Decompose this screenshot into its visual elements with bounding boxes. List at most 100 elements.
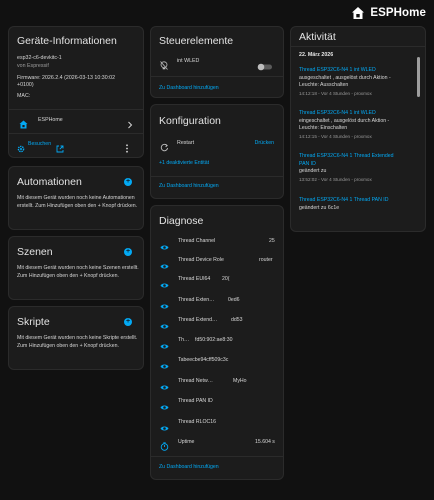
automations-card: Automationen + Mit diesem Gerät wurden n… [8,166,144,230]
brand[interactable]: ESPHome [351,4,426,22]
diag-value: MyHo [233,378,247,384]
diag-value: 25 [269,238,275,244]
configuration-add-dashboard-link[interactable]: Zu Dashboard hinzufügen [159,183,219,189]
esphome-integration-icon [19,116,28,129]
controls-title: Steuerelemente [159,35,234,47]
visit-label: Besuchen [28,141,52,147]
log-message: Leuchte: Einschalten [299,125,348,131]
divider [151,456,283,457]
log-entity-link[interactable]: Thread ESP32C6-N4 1 Thread PAN ID [299,197,417,205]
visit-button[interactable]: Besuchen [17,139,87,153]
log-meta: 13:52:02 - Vor 4 Stunden - proxmox [299,176,372,182]
diag-name: Th… [178,337,190,343]
diag-row[interactable]: Th… fd50:902:ae8:30 [151,334,283,349]
gear-icon [17,140,25,153]
diag-name: Thread RLOC16 [178,419,217,425]
eye-icon [160,238,169,250]
activity-card: Aktivität 22. März 2026 Thread ESP32C6-N… [290,26,426,232]
log-entry[interactable]: Thread ESP32C6-N4 1 int WLED ausgeschalt… [299,67,417,97]
eye-icon [160,357,169,369]
integration-name: ESPHome [38,117,63,123]
log-entity-link[interactable]: Thread ESP32C6-N4 1 int WLED [299,110,417,118]
eye-icon [160,317,169,329]
log-entity-link[interactable]: Thread ESP32C6-N4 1 Thread Extended [299,153,417,161]
timer-icon [160,438,169,451]
scenes-text: Mit diesem Gerät wurden noch keine Szene… [17,265,139,279]
divider [9,109,143,110]
more-options-icon[interactable] [125,140,129,153]
diag-value: 15.604 s [255,439,275,445]
log-entity-link[interactable]: PAN ID [299,161,417,169]
external-link-icon [56,140,64,153]
scenes-title: Szenen [17,246,53,258]
diag-row[interactable]: Thread EUI64 20( [151,273,283,288]
diag-name: Thread Extend… [178,317,218,323]
eye-icon [160,276,169,288]
device-info-title: Geräte-Informationen [17,35,117,47]
diag-row[interactable]: Thread Exten… 0ed6 [151,294,283,309]
diag-name: Tabeecbe94cff509c3c [178,357,229,363]
log-entry[interactable]: Thread ESP32C6-N4 1 int WLED eingeschalt… [299,110,417,140]
controls-add-dashboard-link[interactable]: Zu Dashboard hinzufügen [159,85,219,91]
esphome-logo-icon [351,6,365,20]
eye-icon [160,419,169,431]
controls-card: Steuerelemente int WLED Zu Dashboard hin… [150,26,284,98]
log-message: geändert zu 6c1e [299,204,340,211]
eye-icon [160,337,169,349]
eye-icon [160,257,169,269]
divider [291,46,425,47]
diag-value: router [259,257,273,263]
add-script-button[interactable]: + [124,318,132,326]
activity-date: 22. März 2026 [299,52,334,58]
restart-press-button[interactable]: Drücken [255,140,274,146]
diag-value: fd50:902:ae8:30 [195,337,233,343]
brand-name: ESPHome [370,7,426,19]
diag-row[interactable]: Uptime 15.604 s [151,436,283,451]
automations-text: Mit diesem Gerät wurden noch keine Autom… [17,195,138,209]
divider [151,76,283,77]
divider [151,176,283,177]
disabled-entities-link[interactable]: +1 deaktivierte Entität [159,160,209,166]
restart-icon [160,139,169,152]
device-model: esp32-c6-devkitc-1 [17,55,62,61]
diagnostics-card: Diagnose Thread Channel 25 Thread Device… [150,205,284,480]
integration-row[interactable]: ESPHome [9,113,143,129]
diag-name: Thread Netw… [178,378,213,384]
device-manufacturer: von Espressif [17,63,49,69]
log-entity-link[interactable]: Thread ESP32C6-N4 1 int WLED [299,67,417,75]
diag-value: dd53 [231,317,243,323]
device-mac-label: MAC: [17,93,31,99]
device-firmware-cont: +0100) [17,82,34,88]
diag-row[interactable]: Thread Device Role router [151,254,283,269]
eye-icon [160,297,169,309]
top-bar: ESPHome [0,0,434,26]
scenes-card: Szenen + Mit diesem Gerät wurden noch ke… [8,236,144,300]
log-entry[interactable]: Thread ESP32C6-N4 1 Thread PAN ID geände… [299,197,417,212]
diag-row[interactable]: Thread PAN ID [151,395,283,410]
log-meta: 14:12:18 - Vor 4 Stunden - proxmox [299,90,372,96]
diag-row[interactable]: Tabeecbe94cff509c3c [151,354,283,369]
restart-row: Restart Drücken [151,137,283,152]
diag-row[interactable]: Thread Netw… MyHo [151,375,283,390]
diag-row[interactable]: Thread RLOC16 [151,416,283,431]
wled-row[interactable]: int WLED [151,55,283,71]
wled-toggle[interactable] [257,58,273,71]
eye-icon [160,378,169,390]
chevron-right-icon [127,116,133,129]
log-meta: 14:12:15 - Vor 4 Stunden - proxmox [299,133,372,139]
log-entry[interactable]: Thread ESP32C6-N4 1 Thread Extended PAN … [299,153,417,183]
automations-title: Automationen [17,176,82,188]
diag-row[interactable]: Thread Extend… dd53 [151,314,283,329]
lightbulb-off-icon [160,57,168,70]
activity-scrollbar[interactable] [417,57,420,97]
log-message: eingeschaltet , ausgelöst durch Aktion - [299,117,390,124]
diag-name: Thread PAN ID [178,398,213,404]
add-automation-button[interactable]: + [124,178,132,186]
diagnostics-add-dashboard-link[interactable]: Zu Dashboard hinzufügen [159,464,219,470]
diag-row[interactable]: Thread Channel 25 [151,235,283,250]
log-message: Leuchte: Ausschalten [299,82,349,88]
scripts-text: Mit diesem Gerät wurden noch keine Skrip… [17,335,138,349]
configuration-card: Konfiguration Restart Drücken +1 deaktiv… [150,104,284,199]
restart-label: Restart [177,140,195,146]
add-scene-button[interactable]: + [124,248,132,256]
